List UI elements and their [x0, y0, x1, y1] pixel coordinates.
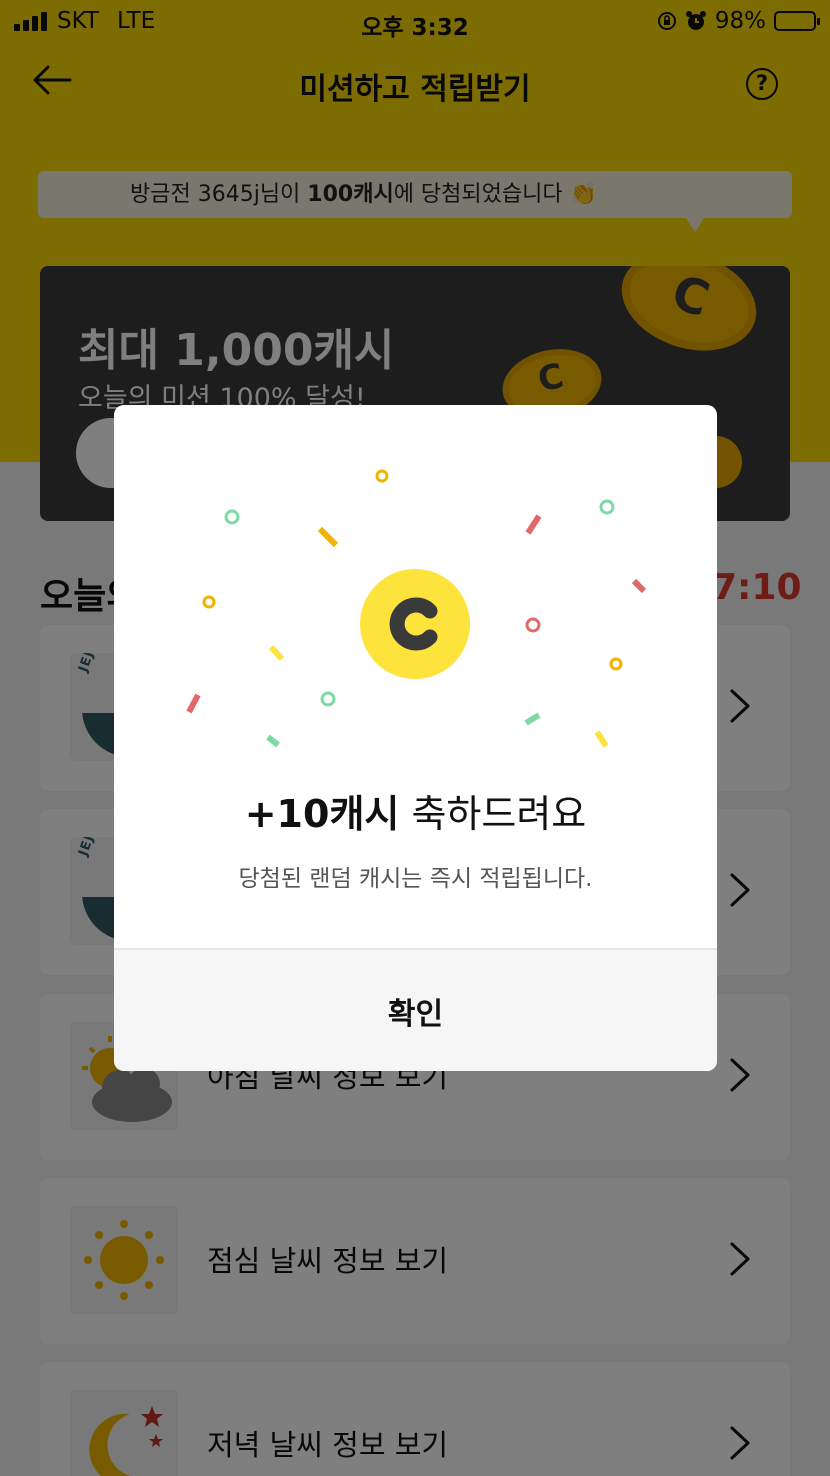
reward-dialog: +10캐시 축하드려요 당첨된 랜덤 캐시는 즉시 적립됩니다. 확인: [114, 405, 717, 1071]
reward-title: +10캐시 축하드려요: [114, 783, 717, 838]
reward-title-suffix: 축하드려요: [399, 792, 587, 836]
confirm-button[interactable]: 확인: [114, 950, 717, 1071]
reward-subtitle: 당첨된 랜덤 캐시는 즉시 적립됩니다.: [238, 866, 593, 892]
cash-coin-icon: [360, 569, 470, 679]
dialog-footer: 확인: [114, 948, 717, 1071]
reward-amount: +10캐시: [244, 792, 400, 836]
